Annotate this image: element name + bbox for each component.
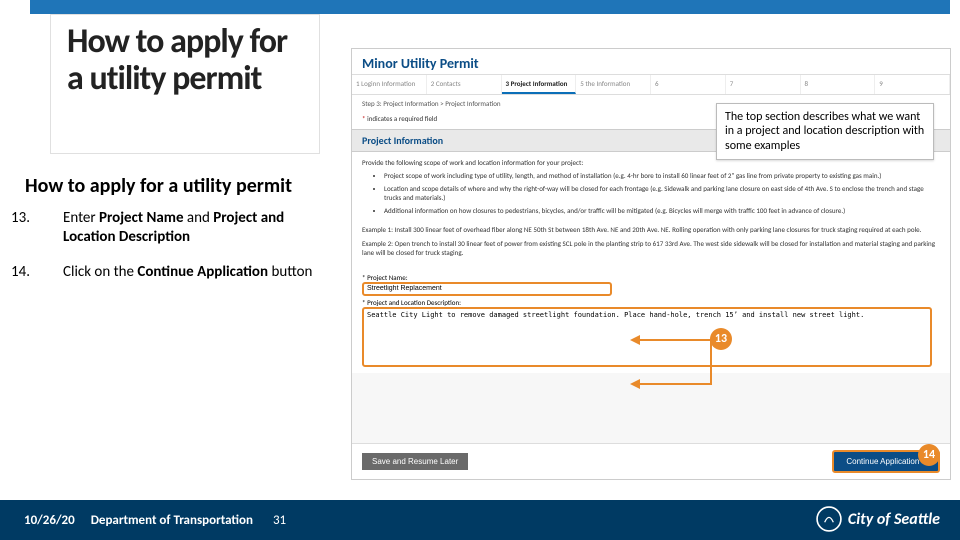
- wizard-step[interactable]: 6: [651, 75, 726, 94]
- callout-badge-14: 14: [918, 444, 940, 466]
- city-logo: City of Seattle: [816, 506, 940, 532]
- wizard-steps: 1 Loginn Information 2 Contacts 3 Projec…: [352, 75, 950, 95]
- wizard-step[interactable]: 3 Project Information: [502, 75, 577, 94]
- wizard-step[interactable]: 7: [726, 75, 801, 94]
- help-bullet: Additional information on how closures t…: [384, 206, 940, 215]
- footer-dept: Department of Transportation: [91, 513, 253, 528]
- instructions-column: How to apply for a utility permit 13.Ent…: [25, 175, 335, 297]
- footer-date: 10/26/20: [24, 513, 75, 528]
- step-13: 13.Enter Project Name and Project and Lo…: [25, 209, 335, 247]
- callout-top-section: The top section describes what we want i…: [716, 103, 934, 160]
- examples-block: Example 1: Install 300 linear feet of ov…: [352, 225, 950, 266]
- desc-label: * Project and Location Description:: [362, 298, 940, 307]
- wizard-step[interactable]: 5 the Information: [576, 75, 651, 94]
- slide-footer: 10/26/20 Department of Transportation 31…: [0, 500, 960, 540]
- wizard-step[interactable]: 1 Loginn Information: [352, 75, 427, 94]
- callout-badge-13: 13: [710, 328, 732, 350]
- help-text: Provide the following scope of work and …: [352, 152, 950, 225]
- arrowhead-icon: [630, 379, 640, 389]
- help-bullet: Location and scope details of where and …: [384, 184, 940, 202]
- wizard-step[interactable]: 2 Contacts: [427, 75, 502, 94]
- arrowhead-icon: [630, 335, 640, 345]
- example-1: Example 1: Install 300 linear feet of ov…: [362, 225, 940, 234]
- example-2: Example 2: Open trench to install 30 lin…: [362, 239, 940, 257]
- seattle-seal-icon: [816, 506, 842, 532]
- step-14: 14.Click on the Continue Application but…: [25, 263, 335, 282]
- step-number: 14.: [37, 263, 63, 282]
- slide-subtitle: How to apply for a utility permit: [25, 175, 335, 197]
- wizard-step[interactable]: 8: [801, 75, 876, 94]
- project-name-label: * Project Name:: [362, 273, 940, 282]
- help-bullet: Project scope of work including type of …: [384, 171, 940, 180]
- connector-line: [640, 339, 710, 341]
- step-number: 13.: [37, 209, 63, 228]
- slide-title-box: How to apply for a utility permit: [50, 14, 320, 154]
- connector-line: [640, 383, 712, 385]
- wizard-step[interactable]: 9: [875, 75, 950, 94]
- connector-line: [710, 339, 712, 383]
- form-fields: * Project Name: * Project and Location D…: [352, 267, 950, 373]
- project-name-input[interactable]: [362, 282, 612, 296]
- desc-textarea[interactable]: [362, 307, 932, 367]
- slide-title: How to apply for a utility permit: [67, 23, 303, 98]
- save-resume-button[interactable]: Save and Resume Later: [362, 453, 468, 470]
- city-logo-text: City of Seattle: [848, 510, 940, 529]
- slide-accent-bar: [30, 0, 950, 14]
- footer-page: 31: [273, 513, 286, 528]
- form-buttons: Save and Resume Later Continue Applicati…: [352, 443, 950, 479]
- form-title: Minor Utility Permit: [352, 49, 950, 75]
